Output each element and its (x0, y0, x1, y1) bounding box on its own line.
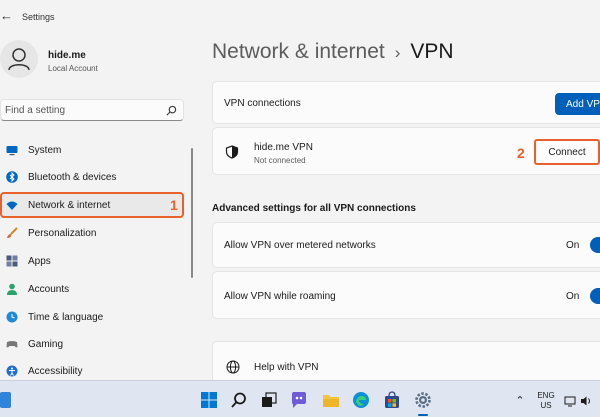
advanced-settings-heading: Advanced settings for all VPN connection… (212, 203, 416, 214)
search-icon[interactable] (166, 105, 177, 116)
roaming-label: Allow VPN while roaming (224, 291, 336, 302)
sidebar-item-label: Time & language (28, 312, 104, 323)
settings-search[interactable] (0, 99, 184, 121)
step-2-callout: 2 (517, 145, 525, 161)
back-arrow-icon[interactable]: ← (0, 9, 14, 23)
step-1-callout: 1 (170, 197, 178, 213)
roaming-card: Allow VPN while roaming On (212, 271, 600, 319)
sidebar-scrollbar[interactable] (191, 148, 193, 278)
edge-icon[interactable] (352, 391, 370, 409)
search-input[interactable] (5, 103, 165, 117)
metered-networks-card: Allow VPN over metered networks On (212, 222, 600, 268)
help-card[interactable]: Help with VPN (212, 341, 600, 380)
file-explorer-icon[interactable] (322, 391, 340, 409)
sidebar-item-time-language[interactable]: Time & language (0, 304, 184, 330)
taskbar: ⌃ ENG US (0, 380, 600, 417)
sidebar-item-label: Accessibility (28, 366, 83, 377)
search-icon[interactable] (230, 391, 248, 409)
sidebar-item-network[interactable]: Network & internet (0, 192, 184, 218)
language-code: ENG (537, 391, 555, 400)
account-type: Local Account (48, 64, 98, 73)
windows-start-icon[interactable] (200, 391, 218, 409)
app-title: Settings (22, 12, 55, 22)
speaker-icon[interactable] (580, 395, 592, 407)
person-icon (7, 283, 17, 295)
metered-networks-label: Allow VPN over metered networks (224, 240, 376, 251)
monitor-icon (6, 146, 18, 156)
avatar[interactable] (0, 40, 38, 78)
globe-clock-icon (6, 311, 18, 323)
page-heading: VPN (410, 40, 454, 63)
sidebar-item-label: System (28, 145, 62, 156)
active-app-indicator (418, 414, 428, 416)
roaming-toggle[interactable] (590, 288, 600, 304)
title-bar: ← Settings (0, 0, 600, 32)
breadcrumb-parent[interactable]: Network & internet (212, 40, 385, 63)
chat-icon[interactable] (290, 391, 308, 409)
breadcrumb-separator: › (394, 43, 401, 62)
vpn-name: hide.me VPN (254, 142, 313, 153)
chevron-up-icon[interactable]: ⌃ (514, 395, 526, 407)
sidebar-item-accessibility[interactable]: Accessibility (0, 358, 184, 380)
accessibility-icon (6, 365, 18, 377)
vpn-connections-card: VPN connections Add VPN (212, 81, 600, 124)
settings-icon[interactable] (414, 391, 432, 409)
sidebar-item-bluetooth[interactable]: Bluetooth & devices (0, 164, 184, 190)
gamepad-icon (6, 341, 18, 348)
store-icon[interactable] (383, 391, 401, 409)
settings-window: ← Settings hide.me Local Account System … (0, 0, 600, 380)
region-code: US (540, 401, 552, 410)
page-title: Network & internet › VPN (212, 40, 454, 64)
sidebar-item-apps[interactable]: Apps (0, 248, 184, 274)
sidebar-item-label: Gaming (28, 339, 64, 350)
sidebar-item-personalization[interactable]: Personalization (0, 220, 184, 246)
shield-icon (225, 145, 239, 159)
task-view-icon[interactable] (260, 391, 278, 409)
connect-button[interactable]: Connect (534, 139, 600, 165)
widgets-icon[interactable] (0, 391, 12, 409)
metered-toggle-state: On (566, 240, 580, 251)
apps-icon (6, 255, 18, 267)
add-vpn-button[interactable]: Add VPN (555, 93, 600, 115)
bluetooth-icon (6, 171, 18, 183)
help-label: Help with VPN (254, 362, 319, 373)
sidebar-item-label: Network & internet (28, 200, 111, 211)
sidebar-item-gaming[interactable]: Gaming (0, 331, 184, 357)
sidebar-item-accounts[interactable]: Accounts (0, 276, 184, 302)
roaming-toggle-state: On (566, 291, 580, 302)
brush-icon (7, 227, 18, 238)
user-name: hide.me (48, 50, 86, 61)
sidebar-item-label: Accounts (28, 284, 70, 295)
metered-networks-toggle[interactable] (590, 237, 600, 253)
person-icon (8, 48, 30, 71)
vpn-connections-label: VPN connections (224, 98, 301, 109)
monitor-icon[interactable] (564, 395, 576, 407)
sidebar-item-label: Bluetooth & devices (28, 172, 117, 183)
vpn-entry-card[interactable]: hide.me VPN Not connected Connect (212, 127, 600, 175)
wifi-icon (6, 201, 18, 210)
sidebar-item-label: Apps (28, 256, 51, 267)
globe-icon (226, 360, 240, 374)
vpn-status: Not connected (254, 156, 306, 165)
sidebar-item-system[interactable]: System (0, 137, 184, 163)
sidebar-item-label: Personalization (28, 228, 97, 239)
language-indicator[interactable]: ENG US (536, 391, 556, 411)
